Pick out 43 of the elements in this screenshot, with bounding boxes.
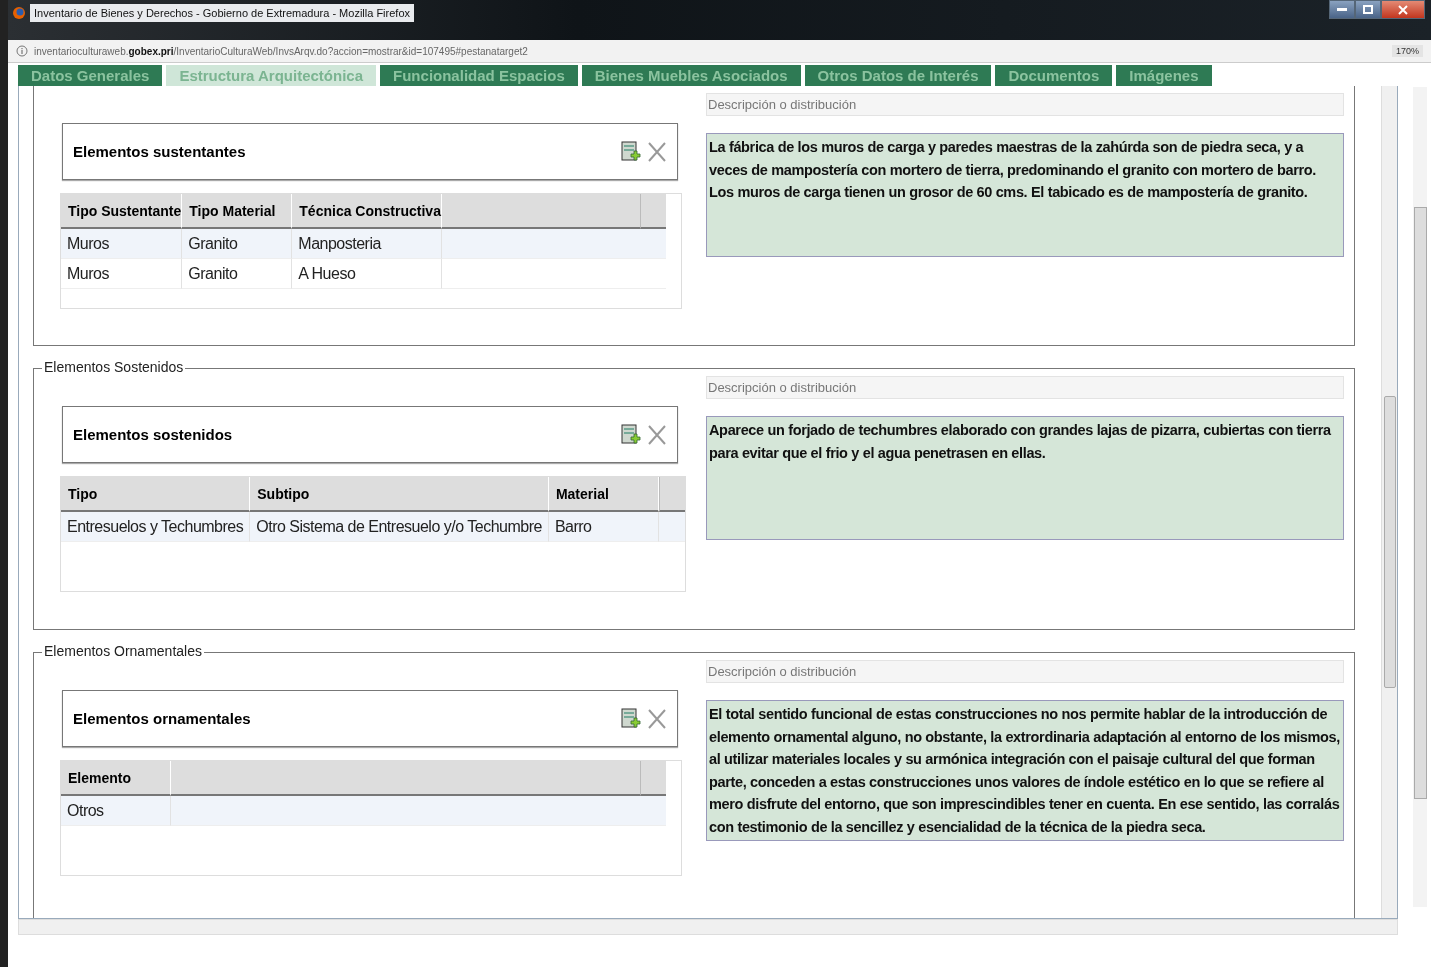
table-cell: Otros xyxy=(61,796,171,826)
table-cell: Barro xyxy=(548,512,659,542)
panel-title: Elementos sostenidos xyxy=(73,426,234,443)
section-legend: Elementos Sostenidos xyxy=(42,359,186,375)
add-row-icon[interactable] xyxy=(621,423,641,446)
column-header[interactable]: Tipo xyxy=(61,477,251,512)
description-label: Descripción o distribución xyxy=(706,376,1344,399)
description-field[interactable]: Aparece un forjado de techumbres elaborado con grandes lajas de pizarra, cubiertas con tierra para evitar que el frio y el agua penetrasen en ellas. xyxy=(706,416,1344,540)
panel-title: Elementos sustentantes xyxy=(73,143,247,160)
section-legend: Elementos Ornamentales xyxy=(42,643,204,659)
add-row-icon[interactable] xyxy=(621,140,641,163)
table-cell: Manposteria xyxy=(292,229,442,259)
column-header[interactable]: Tipo Material xyxy=(182,194,293,229)
column-header[interactable]: Técnica Constructiva xyxy=(292,194,442,229)
table-cell: A Hueso xyxy=(292,259,442,289)
column-header[interactable]: Subtipo xyxy=(250,477,549,512)
window-title: Inventario de Bienes y Derechos - Gobierno de Extremadura - Mozilla Firefox xyxy=(30,4,414,22)
column-header[interactable]: Tipo Sustentante xyxy=(61,194,183,229)
description-label: Descripción o distribución xyxy=(706,93,1344,116)
description-field[interactable]: La fábrica de los muros de carga y paredes maestras de la zahúrda son de piedra seca, y a veces de mampostería con mortero de tierra, predominando el granito con mortero de barro. Los muros de carga tienen un grosor de 60 cms. El tabicado es de mampostería de granito. xyxy=(706,133,1344,257)
minimize-button[interactable] xyxy=(1329,0,1355,19)
browser-icon xyxy=(12,6,26,20)
table-cell: Entresuelos y Techumbres xyxy=(61,512,251,542)
info-icon[interactable] xyxy=(16,45,28,57)
panel-title: Elementos ornamentales xyxy=(73,710,252,727)
table-cell: Granito xyxy=(182,229,293,259)
column-header[interactable]: Elemento xyxy=(61,761,171,796)
maximize-button[interactable] xyxy=(1355,0,1381,19)
url-field[interactable]: inventarioculturaweb.gobex.pri/InventarioCulturaWeb/InvsArqv.do?accion=mostrar&id=107495#pestanatarget2 xyxy=(34,45,528,57)
zoom-level[interactable]: 170% xyxy=(1391,45,1423,57)
table-cell: Muros xyxy=(61,229,183,259)
table-cell: Muros xyxy=(61,259,183,289)
add-row-icon[interactable] xyxy=(621,707,641,730)
description-field[interactable]: El total sentido funcional de estas construcciones no nos permite hablar de la introducción de elemento ornamental alguno, no obstante, la extrordinaria adaptación al entorno de los mismos, al utilizar materiales locales y su armónica integración con el paisaje cultural del que forman parte, conceden a estas construcciones unos valores de índole estético en lo que se refiere al mero disfrute del entorno, que son imprescindibles tener en cuenta. En ese sentido, las corralás con testimonio de la sencillez y esencialidad de la técnica de la piedra seca. xyxy=(706,700,1344,841)
column-header[interactable]: Material xyxy=(548,477,659,512)
row-filler-cell xyxy=(658,512,685,542)
close-button[interactable] xyxy=(1381,0,1425,19)
table-cell: Granito xyxy=(182,259,293,289)
minimize-icon xyxy=(1337,7,1347,12)
maximize-icon xyxy=(1363,5,1373,14)
description-label: Descripción o distribución xyxy=(706,660,1344,683)
close-icon xyxy=(1398,4,1408,15)
table-cell: Otro Sistema de Entresuelo y/o Techumbre xyxy=(250,512,549,542)
